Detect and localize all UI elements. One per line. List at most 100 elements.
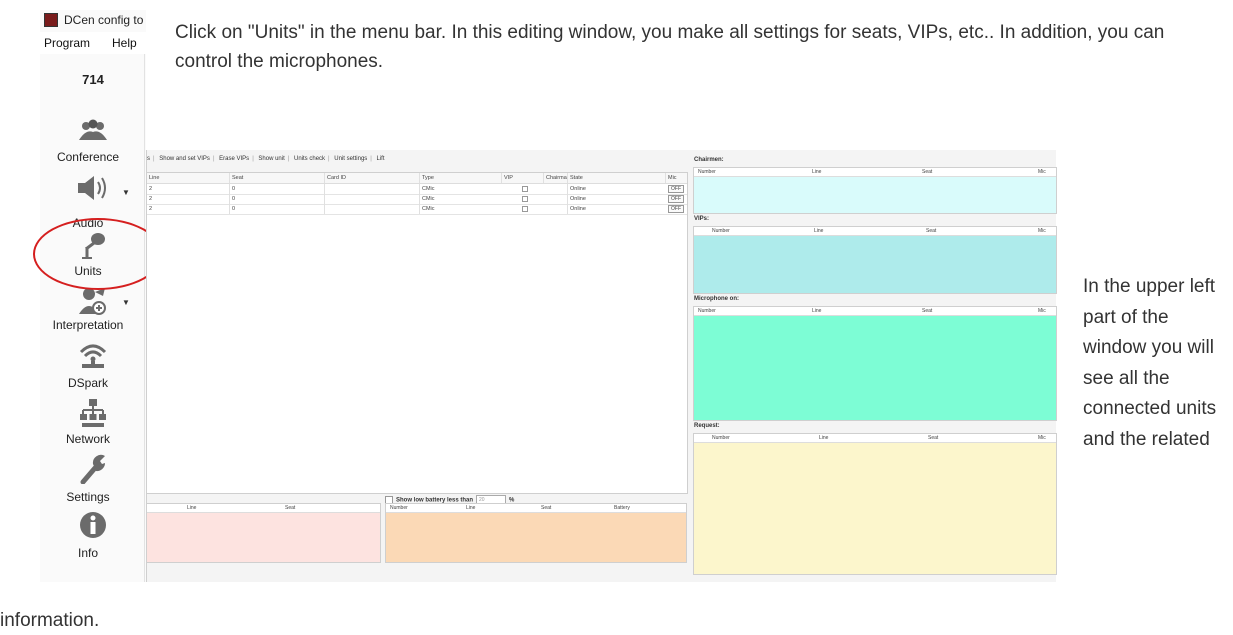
request-panel: Number Line Seat Mic [693, 433, 1057, 575]
instruction-text-right: In the upper left part of the window you… [1083, 276, 1217, 450]
mic-off-button[interactable]: OFF [668, 195, 684, 203]
cell-type: CMic [419, 184, 501, 194]
panel-header: Number Line Seat Mic [694, 227, 1056, 236]
title-bar: DCen config to [40, 10, 146, 30]
sidebar-item-conference[interactable]: Conference [40, 118, 146, 174]
cell-line: 2 [149, 206, 153, 212]
sidebar-item-settings[interactable]: Settings [40, 454, 146, 510]
column-header-mic: Mic [1038, 169, 1046, 175]
speaker-icon [78, 176, 106, 200]
column-header-seat: Seat [285, 505, 296, 511]
grid-header: Line Seat Card ID Type VIP Chairman Stat… [147, 173, 687, 184]
column-header-line: Line [814, 228, 824, 234]
cell-card-id [324, 194, 419, 204]
app-window: DCen config to Program Help 714 Conferen… [40, 10, 146, 582]
show-unit-button[interactable]: Show unit [258, 156, 284, 162]
wireless-icon [79, 344, 107, 368]
erase-vips-button[interactable]: Erase VIPs [219, 156, 249, 162]
unit-counter: 714 [82, 72, 104, 87]
units-toolbar: s | Show and set VIPs | Erase VIPs | Show u… [147, 156, 385, 162]
interpreter-icon [79, 288, 106, 315]
column-header-number: Number [698, 308, 716, 314]
unit-settings-button[interactable]: Unit settings [334, 156, 367, 162]
menu-help[interactable]: Help [112, 32, 137, 54]
column-header-number: Number [712, 228, 730, 234]
request-title: Request: [694, 423, 720, 429]
cell-seat: 0 [229, 184, 324, 194]
table-row[interactable]: 2 0 CMic Online OFF [147, 204, 687, 215]
sidebar-item-label: Info [77, 546, 98, 560]
column-header-line: Line [819, 435, 829, 441]
column-header-line: Line [812, 169, 822, 175]
lift-button[interactable]: Lift [377, 156, 385, 162]
column-header-number: Number [712, 435, 730, 441]
column-header-line: Line [812, 308, 822, 314]
sidebar-item-label: Network [65, 432, 110, 446]
column-header-battery: Battery [614, 505, 630, 511]
column-header-line: Line [187, 505, 197, 511]
chairmen-panel: Number Line Seat Mic [693, 167, 1057, 214]
show-and-set-vips-button[interactable]: Show and set VIPs [159, 156, 210, 162]
column-header-mic: Mic [1038, 435, 1046, 441]
column-header-number: Number [390, 505, 408, 511]
people-group-icon [79, 119, 107, 140]
instruction-text-bottom: information. [0, 610, 100, 631]
panel-header: Number Line Seat Battery [386, 504, 686, 513]
cell-seat: 0 [229, 204, 324, 214]
panel-header: Number Line Seat Mic [694, 307, 1056, 316]
mic-off-button[interactable]: OFF [668, 205, 684, 213]
column-header-seat: Seat [928, 435, 939, 441]
units-grid: Line Seat Card ID Type VIP Chairman Stat… [147, 172, 688, 494]
cell-card-id [324, 204, 419, 214]
column-header-card-id: Card ID [324, 173, 419, 183]
chairmen-title: Chairmen: [694, 157, 724, 163]
sidebar-item-label: Conference [56, 150, 120, 164]
vip-checkbox[interactable] [522, 186, 528, 192]
microphone-on-title: Microphone on: [694, 296, 739, 302]
highlight-circle [33, 218, 163, 290]
vips-title: VIPs: [694, 216, 710, 222]
toolbar-item[interactable]: s [147, 156, 150, 162]
vip-checkbox[interactable] [522, 196, 528, 202]
column-header-seat: Seat [922, 308, 933, 314]
menu-bar: Program Help [40, 32, 146, 54]
microphone-on-panel: Number Line Seat Mic [693, 306, 1057, 421]
cell-seat: 0 [229, 194, 324, 204]
column-header-mic: Mic [665, 173, 687, 183]
chevron-down-icon[interactable]: ▼ [122, 298, 130, 307]
cell-state: Online [567, 194, 665, 204]
chevron-down-icon[interactable]: ▼ [122, 188, 130, 197]
column-header-number: Number [698, 169, 716, 175]
column-header-seat: Seat [922, 169, 933, 175]
sidebar-item-info[interactable]: Info [40, 510, 146, 566]
sidebar-item-interpretation[interactable]: Interpretation ▼ [40, 286, 146, 342]
wrench-icon [80, 454, 106, 484]
cell-type: CMic [419, 194, 501, 204]
app-logo-icon [44, 13, 58, 27]
vips-panel: Number Line Seat Mic [693, 226, 1057, 294]
instruction-text-top: Click on "Units" in the menu bar. In thi… [175, 22, 1165, 72]
units-check-button[interactable]: Units check [294, 156, 325, 162]
panel-header: Number Line Seat Mic [694, 434, 1056, 443]
column-header-seat: Seat [229, 173, 324, 183]
mic-off-button[interactable]: OFF [668, 185, 684, 193]
window-title: DCen config to [64, 13, 144, 27]
cell-card-id [324, 184, 419, 194]
column-header-mic: Mic [1038, 308, 1046, 314]
low-battery-panel: Number Line Seat Battery [385, 503, 687, 563]
cell-state: Online [567, 184, 665, 194]
column-header-seat: Seat [926, 228, 937, 234]
sidebar-item-network[interactable]: Network [40, 398, 146, 454]
units-editor: s | Show and set VIPs | Erase VIPs | Show u… [146, 150, 1057, 582]
menu-program[interactable]: Program [44, 32, 90, 54]
cell-line: 2 [149, 186, 153, 192]
column-header-type: Type [419, 173, 501, 183]
column-header-vip: VIP [501, 173, 543, 183]
sidebar-item-dspark[interactable]: DSpark [40, 342, 146, 398]
vip-checkbox[interactable] [522, 206, 528, 212]
cell-type: CMic [419, 204, 501, 214]
cell-line: 2 [149, 196, 153, 202]
info-icon [80, 512, 106, 538]
cell-state: Online [567, 204, 665, 214]
sidebar-item-label: Settings [66, 490, 110, 504]
